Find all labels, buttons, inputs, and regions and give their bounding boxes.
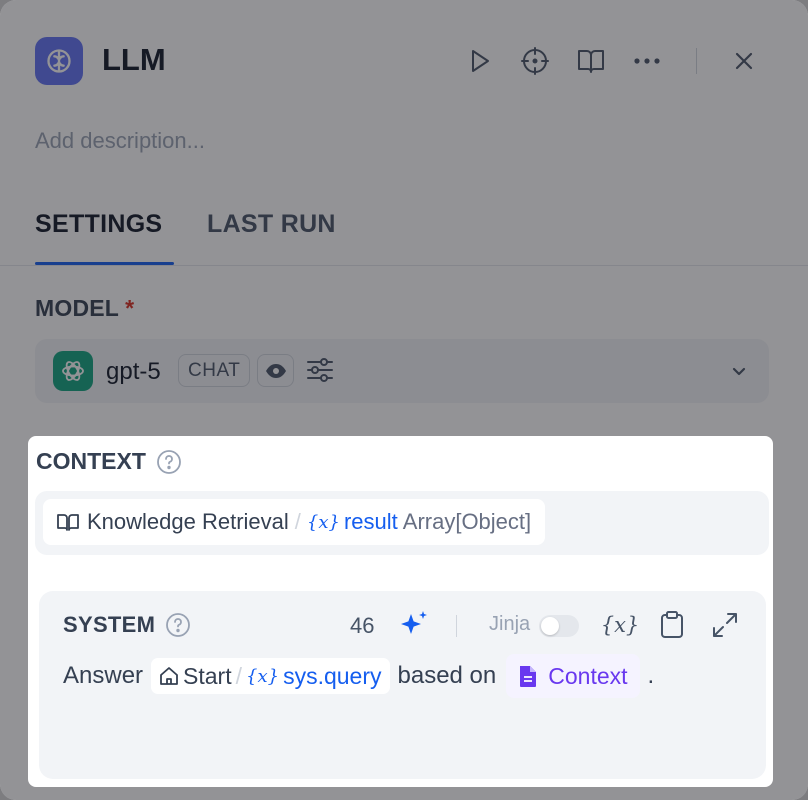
close-button[interactable] bbox=[727, 44, 761, 78]
context-section-label: CONTEXT bbox=[36, 448, 182, 475]
sparkle-icon bbox=[401, 611, 427, 634]
book-open-icon bbox=[57, 514, 79, 531]
home-icon bbox=[160, 667, 178, 685]
variable-icon: {x} bbox=[600, 613, 640, 637]
token-count: 46 bbox=[350, 613, 375, 638]
system-label-text: SYSTEM bbox=[63, 612, 156, 637]
close-icon bbox=[735, 52, 753, 70]
prompt-prefix: Answer bbox=[63, 662, 144, 689]
tab-settings[interactable]: SETTINGS bbox=[35, 210, 162, 239]
header-divider bbox=[696, 48, 697, 74]
model-name: gpt-5 bbox=[106, 358, 161, 385]
system-prompt-text[interactable]: Answer Start / {x} sys.query based on Co… bbox=[63, 654, 654, 698]
model-selector[interactable]: gpt-5 CHAT bbox=[35, 339, 769, 403]
eye-icon bbox=[265, 363, 286, 378]
source-node-name: Knowledge Retrieval bbox=[87, 509, 289, 534]
expand-icon bbox=[713, 613, 737, 637]
variable-type: Array[Object] bbox=[402, 509, 532, 534]
highlighted-region: CONTEXT Knowledge Retrieval / {x} result… bbox=[28, 436, 773, 787]
sliders-icon bbox=[307, 358, 333, 382]
context-chip[interactable]: Context bbox=[506, 654, 640, 698]
llm-node-icon bbox=[35, 37, 83, 85]
jinja-toggle[interactable] bbox=[539, 615, 579, 637]
prompt-middle: based on bbox=[397, 662, 497, 689]
help-circle-icon[interactable] bbox=[165, 612, 191, 638]
query-variable-name: sys.query bbox=[283, 662, 382, 689]
toolbar-divider bbox=[456, 615, 457, 637]
locate-button[interactable] bbox=[518, 44, 552, 78]
node-title[interactable]: LLM bbox=[102, 42, 166, 78]
context-variable-chip[interactable]: Knowledge Retrieval / {x} result Array[O… bbox=[43, 499, 546, 545]
start-node-name: Start bbox=[183, 662, 232, 689]
variable-name: result bbox=[343, 509, 398, 534]
help-circle-icon[interactable] bbox=[156, 449, 182, 475]
more-horizontal-icon bbox=[634, 58, 660, 64]
file-text-icon bbox=[520, 666, 537, 687]
model-label-text: MODEL bbox=[35, 295, 120, 321]
crosshair-icon bbox=[521, 47, 549, 75]
vision-badge bbox=[257, 354, 294, 387]
system-section-label: SYSTEM bbox=[63, 612, 191, 638]
node-settings-panel: LLM Add description... SETTINGS LAST RUN… bbox=[0, 0, 808, 800]
variable-icon: {x} bbox=[306, 511, 340, 533]
path-separator: / bbox=[294, 509, 301, 534]
insert-variable-button[interactable]: {x} bbox=[601, 609, 640, 641]
context-chip-label: Context bbox=[548, 662, 628, 689]
help-docs-button[interactable] bbox=[574, 44, 608, 78]
book-open-icon bbox=[578, 50, 604, 73]
tabs-divider bbox=[0, 265, 808, 266]
toggle-knob bbox=[541, 617, 559, 635]
model-section-label: MODEL * bbox=[35, 295, 134, 322]
description-input[interactable]: Add description... bbox=[35, 128, 205, 154]
chevron-down-icon[interactable] bbox=[729, 361, 749, 386]
jinja-label: Jinja bbox=[489, 613, 531, 635]
context-variable-field[interactable]: Knowledge Retrieval / {x} result Array[O… bbox=[35, 491, 769, 555]
prompt-suffix: . bbox=[647, 662, 655, 689]
generate-prompt-button[interactable] bbox=[399, 609, 429, 644]
context-label-text: CONTEXT bbox=[36, 448, 146, 474]
run-step-button[interactable] bbox=[463, 44, 497, 78]
model-mode-badge: CHAT bbox=[178, 354, 251, 387]
tab-last-run[interactable]: LAST RUN bbox=[207, 210, 336, 239]
required-mark: * bbox=[125, 295, 135, 321]
query-variable-chip[interactable]: Start / {x} sys.query bbox=[151, 658, 390, 694]
clipboard-icon bbox=[661, 611, 683, 638]
model-params-button[interactable] bbox=[305, 355, 335, 390]
expand-button[interactable] bbox=[709, 609, 741, 641]
more-options-button[interactable] bbox=[630, 44, 664, 78]
variable-icon: {x} bbox=[246, 665, 280, 687]
copy-button[interactable] bbox=[656, 609, 688, 641]
openai-logo-icon bbox=[53, 351, 93, 391]
path-separator: / bbox=[235, 662, 242, 689]
play-icon bbox=[472, 50, 489, 72]
system-prompt-editor[interactable]: SYSTEM 46 Jinja {x} Answer Start / {x} s… bbox=[39, 591, 766, 779]
